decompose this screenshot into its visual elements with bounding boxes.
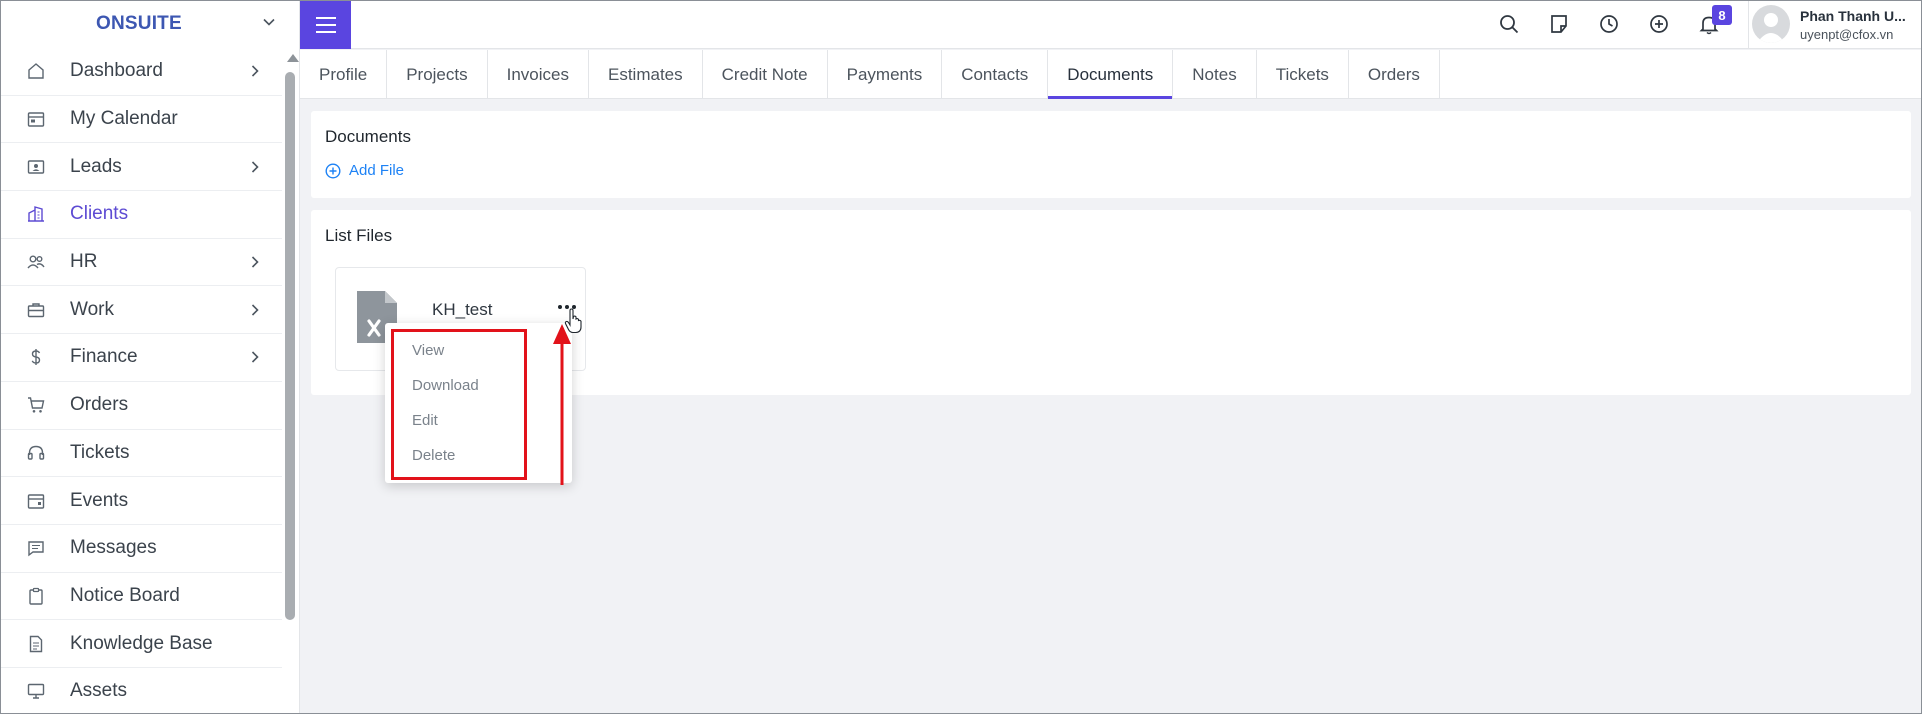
add-file-label: Add File <box>349 162 405 179</box>
user-silhouette-icon <box>1757 13 1785 43</box>
add-file-button[interactable]: Add File <box>325 162 404 179</box>
menu-toggle-button[interactable] <box>300 0 351 49</box>
people-icon <box>24 250 48 274</box>
hamburger-line <box>315 30 336 33</box>
sidebar-item-label: Knowledge Base <box>70 632 213 654</box>
sidebar-item-label: Assets <box>70 680 128 702</box>
sticky-note-icon[interactable] <box>1548 13 1570 35</box>
chevron-right-icon <box>251 161 259 173</box>
chevron-right-icon <box>251 304 259 316</box>
annotation-arrow-icon <box>553 324 571 485</box>
sidebar-item-tickets[interactable]: Tickets <box>0 430 282 478</box>
dollar-icon <box>24 345 48 369</box>
avatar[interactable] <box>1752 5 1790 43</box>
sidebar-item-my-calendar[interactable]: My Calendar <box>0 96 282 144</box>
tab-projects[interactable]: Projects <box>387 50 488 99</box>
sidebar-item-messages[interactable]: Messages <box>0 525 282 573</box>
sidebar-item-label: Notice Board <box>70 584 180 606</box>
chevron-right-icon <box>251 65 259 77</box>
scroll-up-arrow-icon[interactable] <box>287 54 299 62</box>
document-icon <box>24 632 48 656</box>
home-icon <box>24 59 48 83</box>
sidebar-item-label: Clients <box>70 203 129 225</box>
sidebar-item-work[interactable]: Work <box>0 286 282 335</box>
sidebar-item-label: Dashboard <box>70 60 163 82</box>
tab-payments[interactable]: Payments <box>828 50 943 99</box>
sidebar-menu: Dashboard My Calendar Leads Clients HR W… <box>0 48 282 714</box>
chevron-down-icon[interactable] <box>262 15 276 29</box>
sidebar-item-leads[interactable]: Leads <box>0 143 282 192</box>
brand-name: ONSUITE <box>96 13 182 34</box>
client-tabs: Profile Projects Invoices Estimates Cred… <box>300 50 1922 99</box>
clipboard-icon <box>24 584 48 608</box>
sidebar-item-label: Events <box>70 489 129 511</box>
sidebar-item-events[interactable]: Events <box>0 477 282 525</box>
sidebar-item-label: Orders <box>70 394 129 416</box>
id-card-icon <box>24 155 48 179</box>
tab-estimates[interactable]: Estimates <box>589 50 703 99</box>
hand-pointer-icon <box>564 308 582 334</box>
calendar-icon <box>24 107 48 131</box>
hamburger-line <box>315 23 336 26</box>
dot <box>558 305 562 309</box>
annotation-highlight-box <box>391 329 527 480</box>
monitor-icon <box>24 679 48 703</box>
top-bar: 8 Phan Thanh U... uyenpt@cfox.vn <box>300 0 1922 49</box>
tab-credit-note[interactable]: Credit Note <box>703 50 828 99</box>
sidebar-item-label: Finance <box>70 346 138 368</box>
briefcase-icon <box>24 298 48 322</box>
tab-tickets[interactable]: Tickets <box>1257 50 1349 99</box>
user-name[interactable]: Phan Thanh U... <box>1800 8 1906 24</box>
search-icon[interactable] <box>1498 13 1520 35</box>
sidebar-item-orders[interactable]: Orders <box>0 382 282 430</box>
sidebar-item-label: Messages <box>70 537 157 559</box>
sidebar-item-label: Work <box>70 298 114 320</box>
tab-orders[interactable]: Orders <box>1349 50 1440 99</box>
notification-badge: 8 <box>1712 5 1732 25</box>
calendar-event-icon <box>24 489 48 513</box>
building-icon <box>24 202 48 226</box>
sidebar-item-clients[interactable]: Clients <box>0 191 282 239</box>
sidebar-scroll-thumb[interactable] <box>285 72 295 620</box>
sidebar-item-hr[interactable]: HR <box>0 239 282 287</box>
divider <box>1748 0 1749 49</box>
chevron-right-icon <box>251 351 259 364</box>
headset-icon <box>24 441 48 465</box>
sidebar-item-label: Tickets <box>70 441 130 463</box>
cart-icon <box>24 393 48 417</box>
documents-card: Documents Add File <box>311 111 1911 198</box>
hamburger-line <box>315 16 336 19</box>
list-files-title: List Files <box>325 226 393 245</box>
add-circle-icon[interactable] <box>1648 13 1670 35</box>
sidebar-item-dashboard[interactable]: Dashboard <box>0 48 282 96</box>
sidebar-item-label: Leads <box>70 155 122 177</box>
message-icon <box>24 536 48 560</box>
add-circle-icon <box>325 162 341 179</box>
tab-contacts[interactable]: Contacts <box>942 50 1049 99</box>
documents-title: Documents <box>325 127 411 146</box>
sidebar-item-label: HR <box>70 251 98 273</box>
tab-documents[interactable]: Documents <box>1048 50 1174 99</box>
tab-notes[interactable]: Notes <box>1173 50 1257 99</box>
sidebar-item-finance[interactable]: Finance <box>0 334 282 382</box>
sidebar-item-assets[interactable]: Assets <box>0 668 282 714</box>
tab-invoices[interactable]: Invoices <box>488 50 589 99</box>
sidebar-item-notice-board[interactable]: Notice Board <box>0 573 282 621</box>
sidebar-item-label: My Calendar <box>70 108 178 130</box>
sidebar: ONSUITE Dashboard My Calendar Leads Clie… <box>0 0 300 714</box>
user-email: uyenpt@cfox.vn <box>1800 27 1894 42</box>
tab-profile[interactable]: Profile <box>300 50 388 99</box>
sidebar-item-knowledge-base[interactable]: Knowledge Base <box>0 620 282 668</box>
brand-header[interactable]: ONSUITE <box>0 0 299 48</box>
clock-icon[interactable] <box>1598 13 1620 35</box>
chevron-right-icon <box>251 256 259 268</box>
file-name[interactable]: KH_test <box>432 300 492 320</box>
